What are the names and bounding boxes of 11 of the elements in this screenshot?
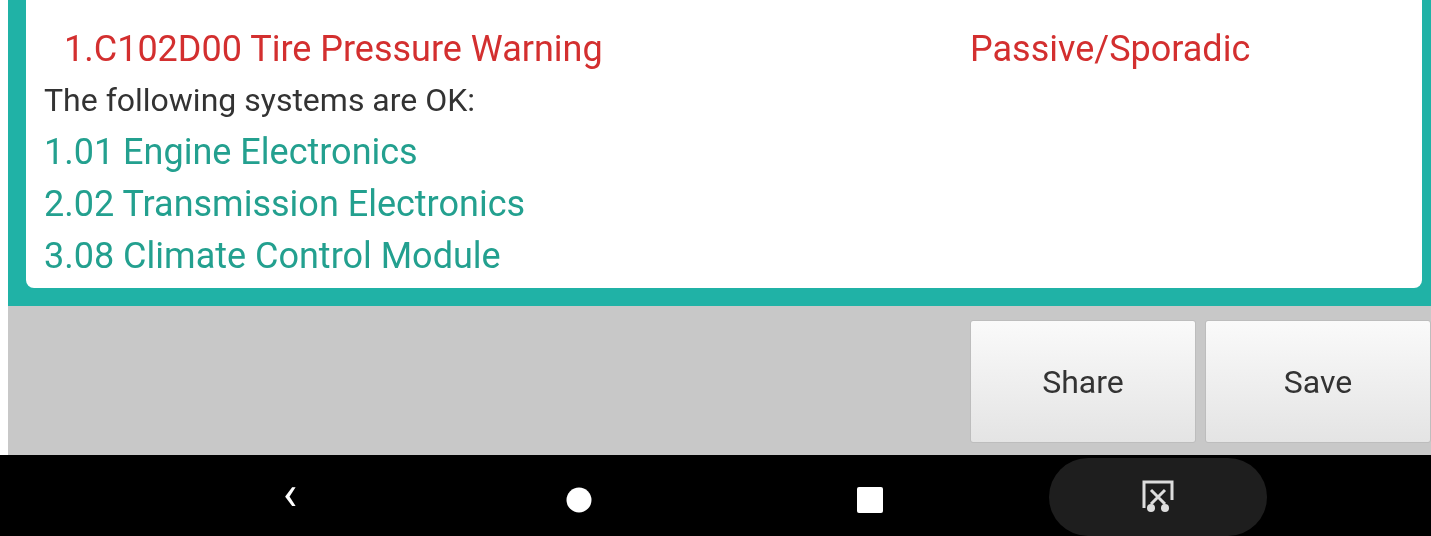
action-button[interactable]: Save (1205, 320, 1431, 443)
fault-status: Passive/Sporadic (970, 27, 1251, 72)
home-icon[interactable] (566, 487, 592, 513)
ok-system: 1.01 Engine Electronics (44, 130, 419, 175)
ok-system: 3.08 Climate Control Module (44, 234, 502, 279)
action-button[interactable]: Share (970, 320, 1196, 443)
back-button[interactable]: ‹ (270, 469, 310, 519)
fault-code: 1.C102D00 Tire Pressure Warning (64, 27, 604, 72)
ok-heading: The following systems are OK: (44, 80, 477, 121)
ok-system: 2.02 Transmission Electronics (44, 182, 527, 227)
scissors-icon (1142, 480, 1174, 514)
